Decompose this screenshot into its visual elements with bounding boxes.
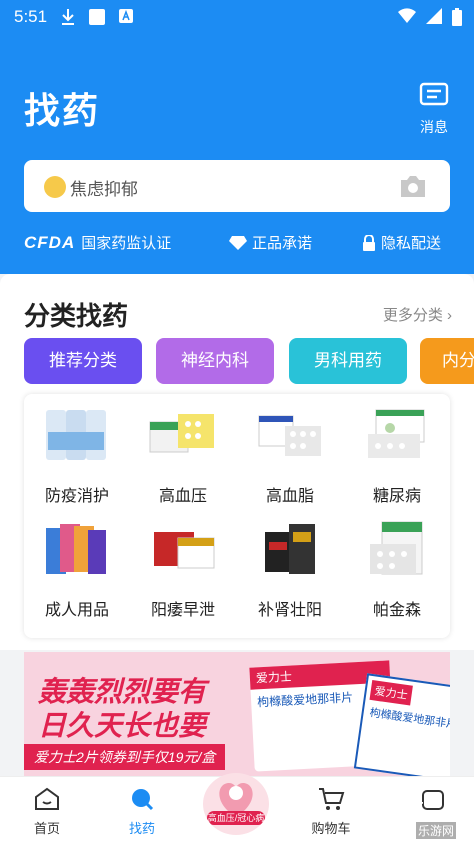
cfda-logo: CFDA [24, 232, 76, 252]
category-item[interactable]: 高血脂 [237, 394, 343, 506]
banner-product-box-2: 爱力士 枸橼酸爱地那非片 [353, 673, 450, 776]
cfda-cert: CFDA 国家药监认证 [24, 232, 171, 253]
category-item-label: 防疫消护 [44, 488, 109, 505]
category-item[interactable]: 成人用品 [24, 508, 130, 620]
message-icon [419, 82, 449, 106]
nav-home[interactable]: 首页 [12, 787, 82, 837]
search-placeholder: 焦虑抑郁 [70, 180, 138, 199]
category-item-label: 帕金森 [372, 602, 421, 619]
privacy-cert: 隐私配送 [362, 232, 441, 253]
app-a-icon [119, 9, 133, 23]
cart-icon [319, 788, 345, 810]
lock-icon [363, 234, 375, 251]
signal-icon [426, 8, 442, 24]
messages-label: 消息 [420, 119, 448, 135]
diamond-icon [229, 235, 247, 250]
header: 5:51 找药 消息 焦虑抑郁 CFDA 国家药监认证 正品承诺 隐私配送 [0, 0, 474, 274]
category-item[interactable]: 阳痿早泄 [130, 508, 236, 620]
nav-find-medicine[interactable]: 找药 [107, 787, 177, 837]
category-section: 分类找药 更多分类 › 推荐分类 神经内科 男科用药 内分 防疫消护 高血压 高… [0, 274, 474, 650]
tab-recommended[interactable]: 推荐分类 [24, 338, 142, 384]
more-categories-label: 更多分类 [382, 307, 443, 324]
category-item-label: 高血脂 [265, 488, 314, 505]
tab-andrology[interactable]: 男科用药 [289, 338, 407, 384]
diabetes-product-image [368, 409, 425, 458]
genuine-text: 正品承诺 [252, 235, 313, 252]
banner-box2-name: 枸橼酸爱地那非片 [368, 707, 450, 732]
search-icon [132, 789, 154, 811]
category-item-label: 阳痿早泄 [150, 602, 215, 619]
category-item[interactable]: 防疫消护 [24, 394, 130, 506]
wifi-icon [398, 8, 416, 23]
anxious-face-icon [44, 176, 66, 198]
parkinson-product-image [370, 521, 423, 575]
hyperlipidemia-product-image [258, 415, 321, 456]
nav-cart-label: 购物车 [311, 821, 351, 836]
status-bar: 5:51 [0, 0, 474, 34]
nav-cart[interactable]: 购物车 [296, 787, 366, 837]
category-item-label: 高血压 [158, 488, 207, 505]
hypertension-product-image [149, 414, 214, 453]
chevron-right-icon: › [447, 307, 452, 324]
page-title: 找药 [24, 90, 101, 131]
category-item[interactable]: 补肾壮阳 [237, 508, 343, 620]
adult-product-image [46, 524, 106, 574]
category-grid: 防疫消护 高血压 高血脂 糖尿病 成人用品 阳痿早泄 补肾壮阳 帕金森 [24, 394, 450, 638]
battery-icon [452, 8, 462, 26]
ed-product-image [154, 532, 215, 569]
download-icon [62, 9, 74, 25]
cfda-text: 国家药监认证 [81, 235, 172, 252]
search-input[interactable]: 焦虑抑郁 [24, 160, 450, 212]
tab-endocrine[interactable]: 内分 [420, 338, 474, 384]
category-item[interactable]: 糖尿病 [344, 394, 450, 506]
messages-button[interactable]: 消息 [412, 82, 456, 137]
mask-product-image [46, 410, 106, 460]
tab-neurology[interactable]: 神经内科 [156, 338, 274, 384]
banner-promo-strip: 爱力士2片领券到手仅19元/盒 [24, 744, 226, 770]
category-title: 分类找药 [24, 301, 129, 331]
promo-banner[interactable]: 轰轰烈烈要有 日久天长也要 爱力士2片领券到手仅19元/盒 爱力士 枸橼酸爱地那… [24, 652, 450, 776]
nav-home-label: 首页 [33, 821, 60, 836]
category-item-label: 糖尿病 [372, 488, 421, 505]
banner-headline-2: 日久天长也要 [38, 710, 207, 741]
category-item-label: 补肾壮阳 [257, 602, 322, 619]
more-categories-link[interactable]: 更多分类 › [383, 304, 452, 325]
nav-find-label: 找药 [128, 821, 155, 836]
kidney-product-image [265, 524, 315, 574]
category-tabs: 推荐分类 神经内科 男科用药 内分 [24, 338, 474, 384]
category-item-label: 成人用品 [44, 602, 109, 619]
app-square-icon [89, 9, 105, 25]
genuine-cert: 正品承诺 [229, 232, 312, 253]
nav-center-promo[interactable]: 高血压/冠心病 [203, 773, 269, 835]
home-icon [35, 787, 59, 810]
nav-center-tag: 高血压/冠心病 [207, 811, 265, 825]
status-time: 5:51 [14, 7, 48, 26]
banner-box2-brand: 爱力士 [369, 680, 413, 706]
watermark-main: 962.NET [360, 800, 424, 817]
privacy-text: 隐私配送 [381, 235, 442, 252]
category-item[interactable]: 帕金森 [344, 508, 450, 620]
certifications-row: CFDA 国家药监认证 正品承诺 隐私配送 [24, 232, 450, 256]
category-item[interactable]: 高血压 [130, 394, 236, 506]
watermark-sub: 乐游网 [416, 822, 457, 839]
camera-icon[interactable] [398, 173, 428, 199]
